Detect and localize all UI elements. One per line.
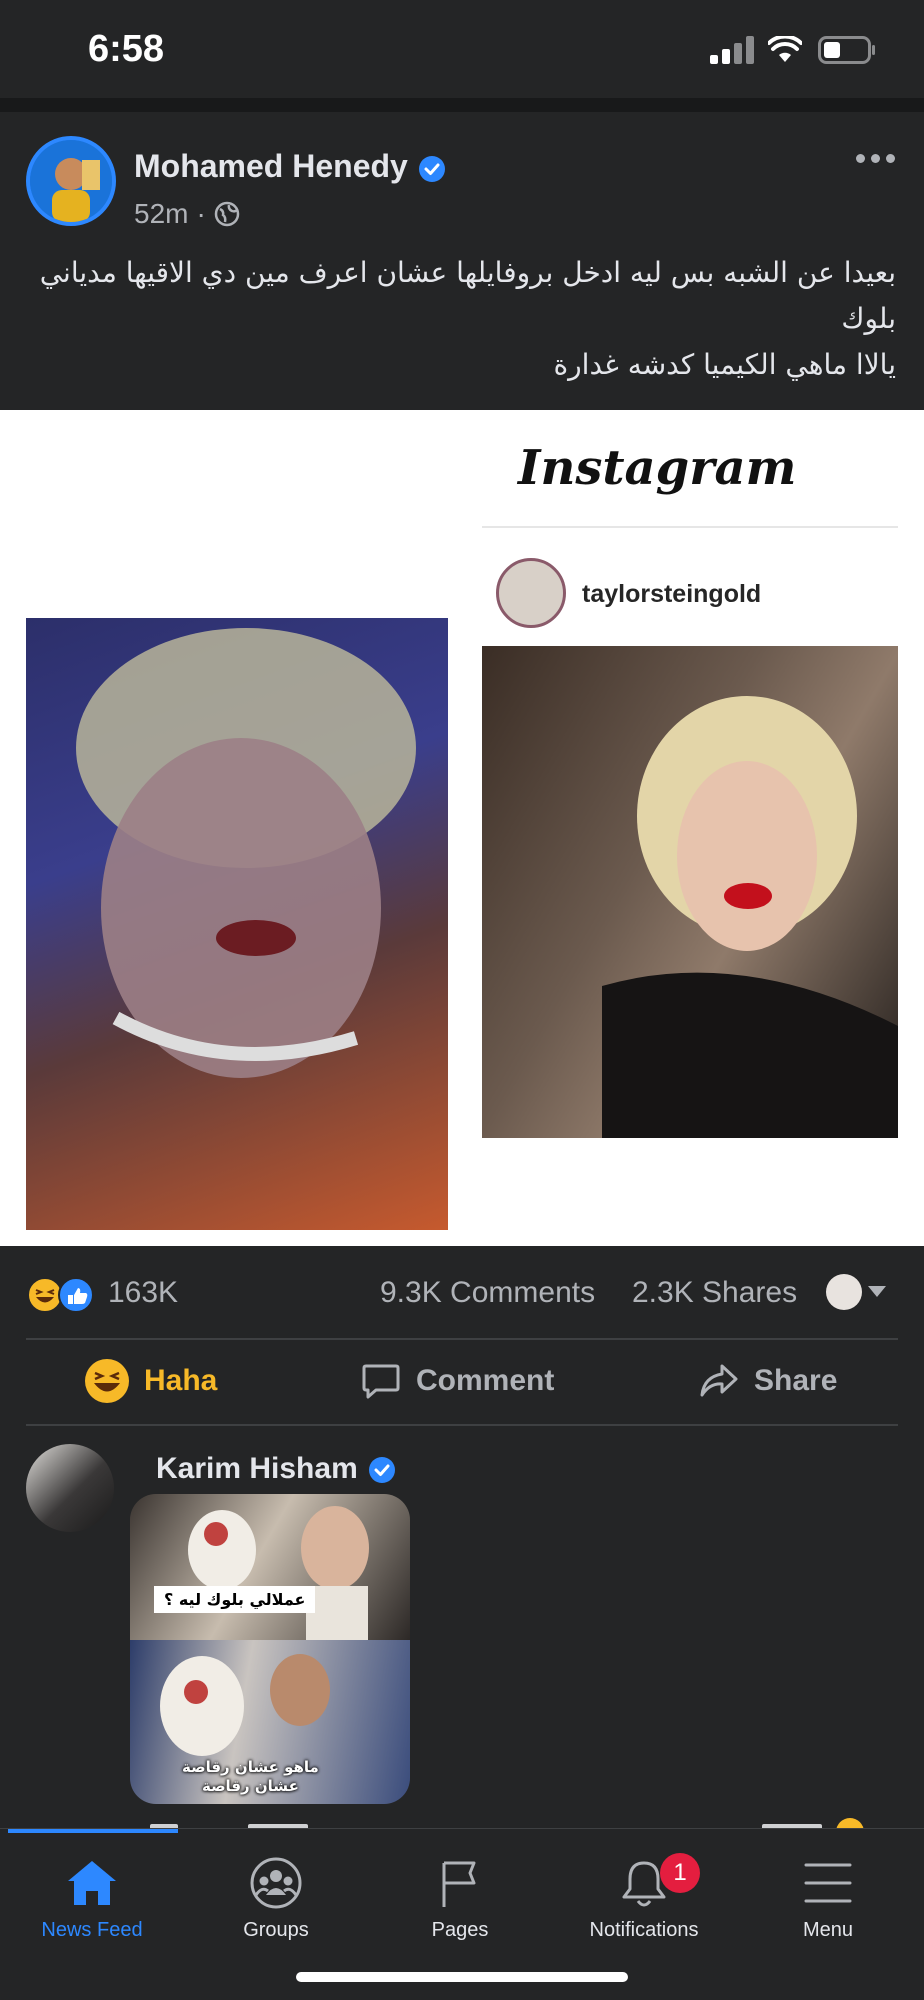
active-tab-indicator: [8, 1829, 178, 1833]
tab-label-menu: Menu: [802, 1919, 854, 1941]
post-image[interactable]: Instagram taylorsteingold: [0, 410, 924, 1246]
haha-icon: [85, 1359, 129, 1403]
commenter-name[interactable]: Karim Hisham: [156, 1452, 358, 1485]
hamburger-icon: [804, 1863, 852, 1903]
verified-badge-icon: [368, 1457, 395, 1484]
post-actions: Haha Comment Share: [0, 1338, 924, 1426]
home-indicator[interactable]: [296, 1972, 628, 1982]
haha-label: Haha: [144, 1364, 218, 1397]
comment-sticker[interactable]: عملالي بلوك ليه ؟ ماهو عشان رقاصة عشان ر…: [130, 1494, 410, 1804]
home-icon: [68, 1861, 116, 1905]
reaction-icons[interactable]: [26, 1276, 98, 1314]
post-author[interactable]: Mohamed Henedy: [134, 148, 446, 185]
tab-label-notifications: Notifications: [589, 1919, 699, 1941]
chevron-down-icon[interactable]: [868, 1286, 886, 1297]
reaction-count[interactable]: 163K: [108, 1276, 178, 1310]
flag-icon: [442, 1861, 476, 1907]
divider: [26, 1424, 898, 1426]
comment-icon: [362, 1364, 400, 1399]
globe-icon: [214, 201, 240, 227]
photo-right: [482, 646, 898, 1138]
verified-badge-icon: [418, 155, 445, 182]
sticker-caption-bottom-text: ماهو عشان رقاصة عشان رقاصة: [182, 1758, 319, 1795]
commenter[interactable]: Karim Hisham: [156, 1452, 396, 1486]
tab-menu[interactable]: Menu: [736, 1843, 920, 1963]
battery-icon: [818, 36, 875, 64]
wifi-icon: [768, 36, 802, 62]
tab-label-groups: Groups: [243, 1919, 309, 1941]
post-options-button[interactable]: [856, 146, 904, 170]
meta-separator: ·: [196, 198, 206, 229]
status-time: 6:58: [88, 28, 165, 70]
share-button[interactable]: Share: [698, 1356, 837, 1406]
instagram-divider: [482, 526, 898, 528]
post-header: Mohamed Henedy 52m · بعيدا عن الشبه بس ل…: [0, 112, 924, 410]
instagram-logo: Instagram: [518, 440, 797, 496]
status-bar: 6:58: [0, 0, 924, 98]
share-count[interactable]: 2.3K Shares: [632, 1276, 797, 1310]
post-text: بعيدا عن الشبه بس ليه ادخل بروفايلها عشا…: [39, 256, 896, 381]
sticker-caption-bottom: ماهو عشان رقاصة عشان رقاصة: [182, 1758, 319, 1796]
comment-count[interactable]: 9.3K Comments: [380, 1276, 595, 1310]
post-author-name[interactable]: Mohamed Henedy: [134, 148, 408, 184]
commenter-avatar[interactable]: [26, 1444, 114, 1532]
post-time[interactable]: 52m: [134, 198, 188, 230]
cellular-signal-icon: [710, 36, 754, 64]
tab-news-feed[interactable]: News Feed: [0, 1843, 184, 1963]
tab-label-pages: Pages: [431, 1919, 489, 1941]
tab-label-news-feed: News Feed: [41, 1919, 143, 1941]
sticker-caption-top: عملالي بلوك ليه ؟: [154, 1586, 316, 1613]
comment-label: Comment: [416, 1364, 555, 1397]
feed-divider: [0, 98, 924, 112]
share-icon: [700, 1364, 738, 1397]
haha-button[interactable]: Haha: [84, 1356, 217, 1406]
post-meta: 52m ·: [134, 198, 240, 230]
sticker-top-frame: [130, 1494, 410, 1640]
notification-badge: 1: [660, 1853, 700, 1893]
tab-pages[interactable]: Pages: [368, 1843, 552, 1963]
author-avatar[interactable]: [26, 136, 116, 226]
photo-left: [26, 618, 448, 1230]
author-avatar-image: [30, 140, 112, 222]
share-label: Share: [754, 1364, 838, 1397]
reactions-summary: 163K 9.3K Comments 2.3K Shares: [0, 1246, 924, 1340]
tab-notifications[interactable]: 1 Notifications: [552, 1843, 736, 1963]
instagram-avatar: [496, 558, 566, 628]
comment-button[interactable]: Comment: [360, 1356, 554, 1406]
viewer-avatar[interactable]: [826, 1274, 862, 1310]
instagram-username: taylorsteingold: [582, 580, 762, 608]
groups-icon: [250, 1857, 302, 1909]
tab-groups[interactable]: Groups: [184, 1843, 368, 1963]
